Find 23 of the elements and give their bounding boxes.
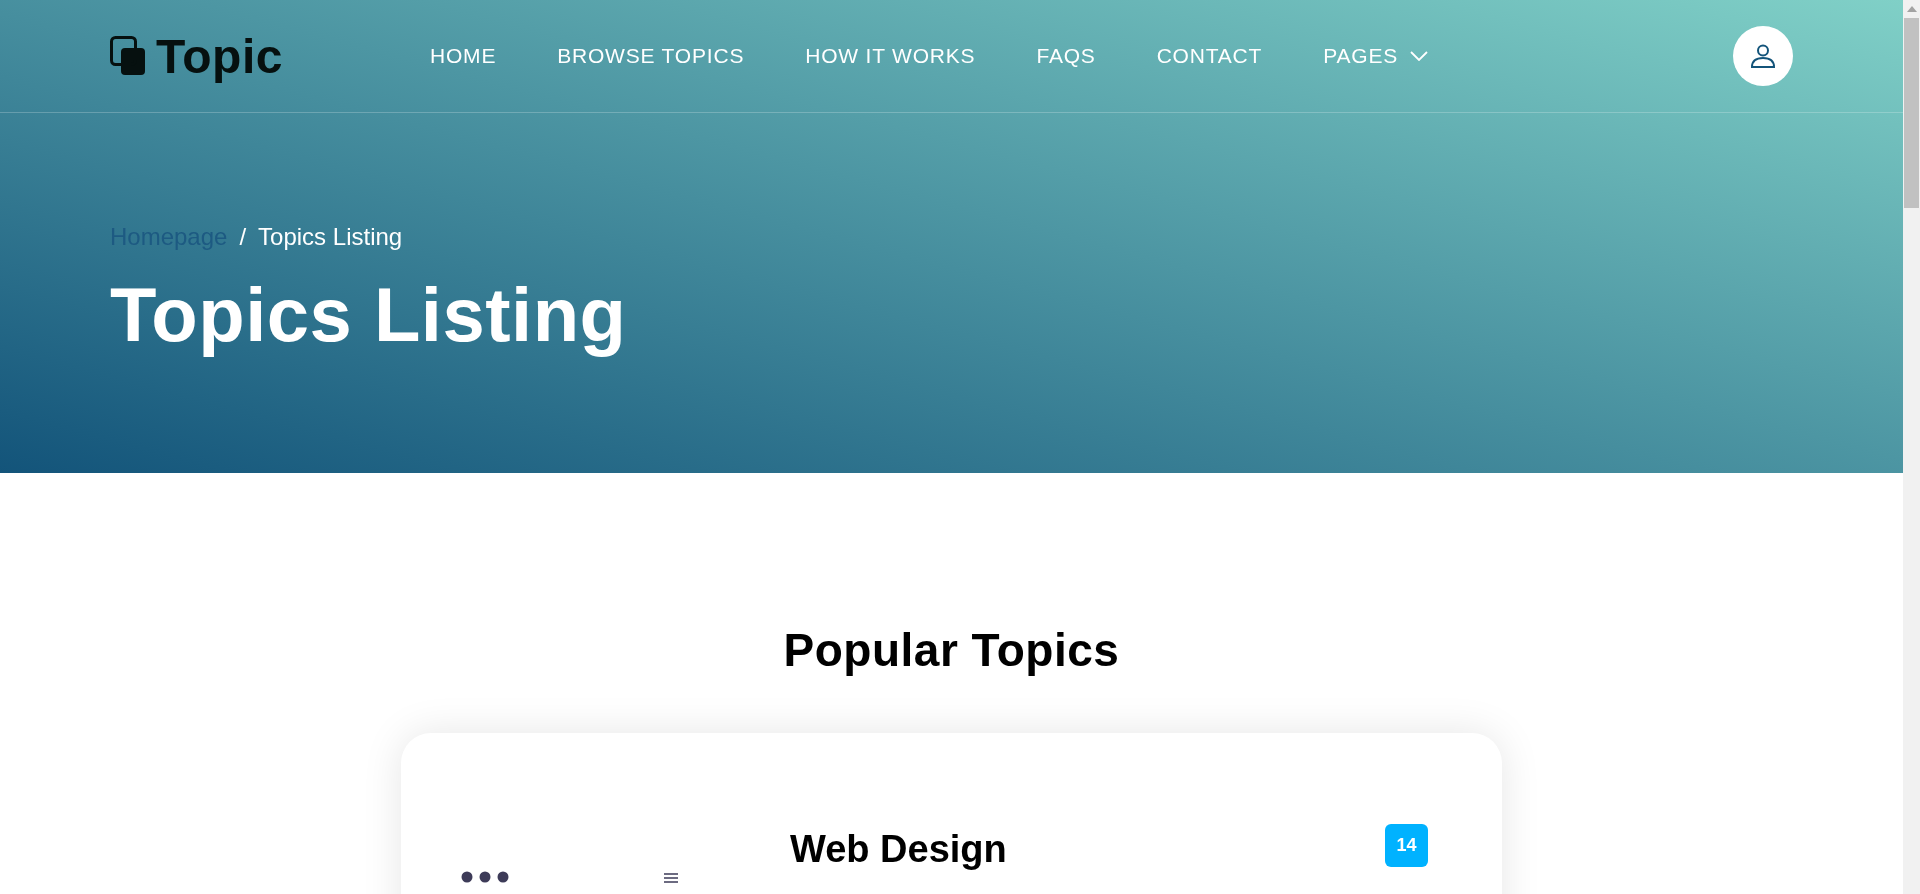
topic-card[interactable]: Web Design 14 bbox=[401, 733, 1502, 894]
topic-title: Web Design bbox=[790, 828, 1007, 871]
menu-lines-icon bbox=[664, 873, 678, 883]
scrollbar-thumb[interactable] bbox=[1904, 18, 1919, 208]
nav-link[interactable]: HOME bbox=[430, 44, 497, 68]
brand-name[interactable]: Topic bbox=[156, 28, 283, 84]
page-title: Topics Listing bbox=[110, 271, 628, 358]
user-icon bbox=[1750, 43, 1776, 69]
nav-link[interactable]: CONTACT bbox=[1156, 44, 1263, 68]
topic-count-badge: 14 bbox=[1385, 824, 1428, 867]
breadcrumb-current-page: Topics Listing bbox=[258, 223, 403, 251]
nav-link[interactable]: HOW IT WORKS bbox=[805, 44, 976, 68]
three-dots-icon bbox=[461, 871, 509, 883]
nav-link[interactable]: FAQS bbox=[1036, 44, 1096, 68]
breadcrumb-separator: / bbox=[239, 223, 247, 251]
scroll-up-arrow-icon[interactable] bbox=[1906, 6, 1917, 12]
nav-link[interactable]: BROWSE TOPICS bbox=[557, 44, 745, 68]
logo-squares-icon bbox=[110, 36, 146, 76]
user-account-button[interactable] bbox=[1733, 26, 1793, 86]
nav-dropdown[interactable]: PAGES bbox=[1323, 44, 1428, 68]
scrollbar[interactable] bbox=[1903, 0, 1920, 894]
section-heading: Popular Topics bbox=[783, 623, 1120, 677]
chevron-down-icon bbox=[1410, 51, 1428, 61]
